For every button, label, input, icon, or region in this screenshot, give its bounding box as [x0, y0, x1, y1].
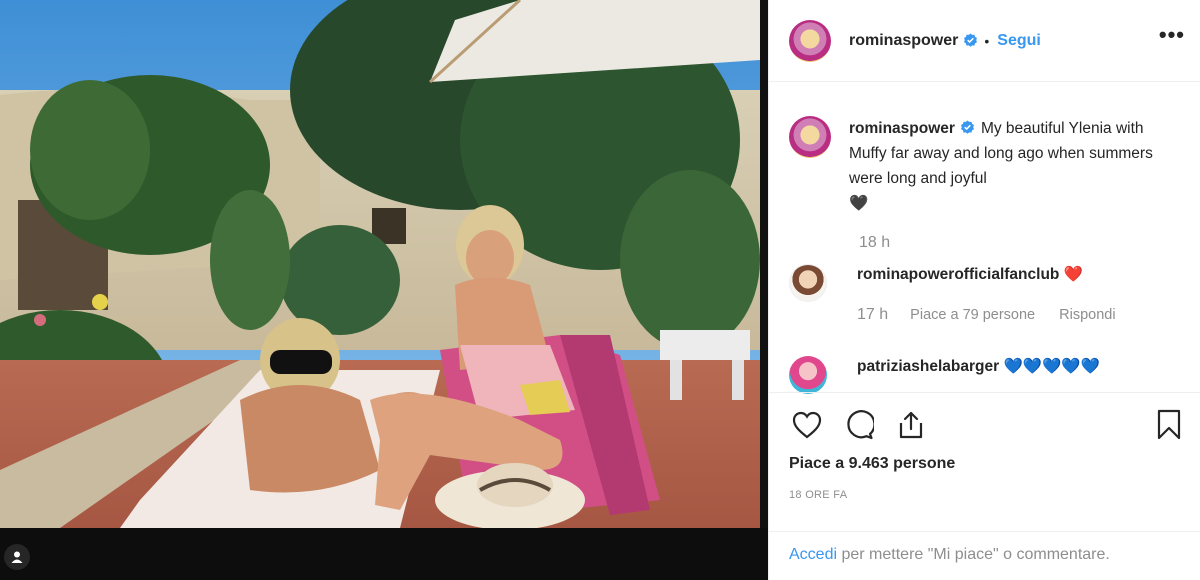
user-tag-icon[interactable] [4, 544, 30, 570]
author-username[interactable]: rominaspower [849, 32, 958, 50]
login-link[interactable]: Accedi [789, 546, 837, 563]
caption-body: rominaspower My beautiful Ylenia with Mu… [849, 116, 1179, 216]
commenter-username[interactable]: patriziashelabarger [857, 358, 999, 375]
comment-likes-link[interactable]: Piace a 79 persone [910, 307, 1035, 323]
comment-text: 💙💙💙💙💙 [1003, 358, 1100, 375]
post-side-panel: rominaspower • Segui ••• rominaspower My… [768, 0, 1200, 580]
reply-button[interactable]: Rispondi [1059, 307, 1115, 323]
post-photo[interactable] [0, 0, 768, 580]
header-separator: • [984, 32, 990, 49]
login-prompt: Accedi per mettere "Mi piace" o commenta… [769, 531, 1200, 564]
commenter-username[interactable]: rominapowerofficialfanclub [857, 266, 1059, 283]
likes-count[interactable]: Piace a 9.463 persone [789, 455, 955, 473]
caption-emoji: 🖤 [849, 195, 869, 212]
comment-item: patriziashelabarger 💙💙💙💙💙 [789, 356, 1189, 394]
verified-badge-icon [960, 120, 974, 134]
comment-meta: 17 h Piace a 79 persone Rispondi [857, 306, 1136, 324]
action-icons [789, 407, 929, 443]
comment-icon[interactable] [841, 407, 877, 443]
post-header: rominaspower • Segui ••• [769, 0, 1200, 82]
comment-text: ❤️ [1063, 266, 1084, 283]
commenter-avatar[interactable] [789, 356, 827, 394]
bookmark-icon[interactable] [1151, 407, 1187, 443]
comment-item: rominapowerofficialfanclub ❤️ 17 h Piace… [789, 264, 1189, 324]
share-icon[interactable] [893, 407, 929, 443]
author-avatar[interactable] [789, 19, 831, 62]
caption-time: 18 h [859, 234, 891, 251]
comment-time: 17 h [857, 306, 889, 323]
follow-button[interactable]: Segui [997, 32, 1041, 50]
commenter-avatar[interactable] [789, 264, 827, 302]
more-options-icon[interactable]: ••• [1159, 24, 1185, 46]
login-prompt-text: per mettere "Mi piace" o commentare. [837, 546, 1110, 563]
caption-username[interactable]: rominaspower [849, 120, 955, 137]
verified-badge-icon [964, 33, 978, 47]
heart-icon[interactable] [789, 407, 825, 443]
post-time-ago: 18 ORE FA [789, 489, 848, 501]
photo-image [0, 0, 768, 580]
post-actions: Piace a 9.463 persone 18 ORE FA Accedi p… [769, 392, 1200, 580]
post-caption: rominaspower My beautiful Ylenia with Mu… [789, 116, 1189, 216]
caption-avatar[interactable] [789, 116, 831, 158]
